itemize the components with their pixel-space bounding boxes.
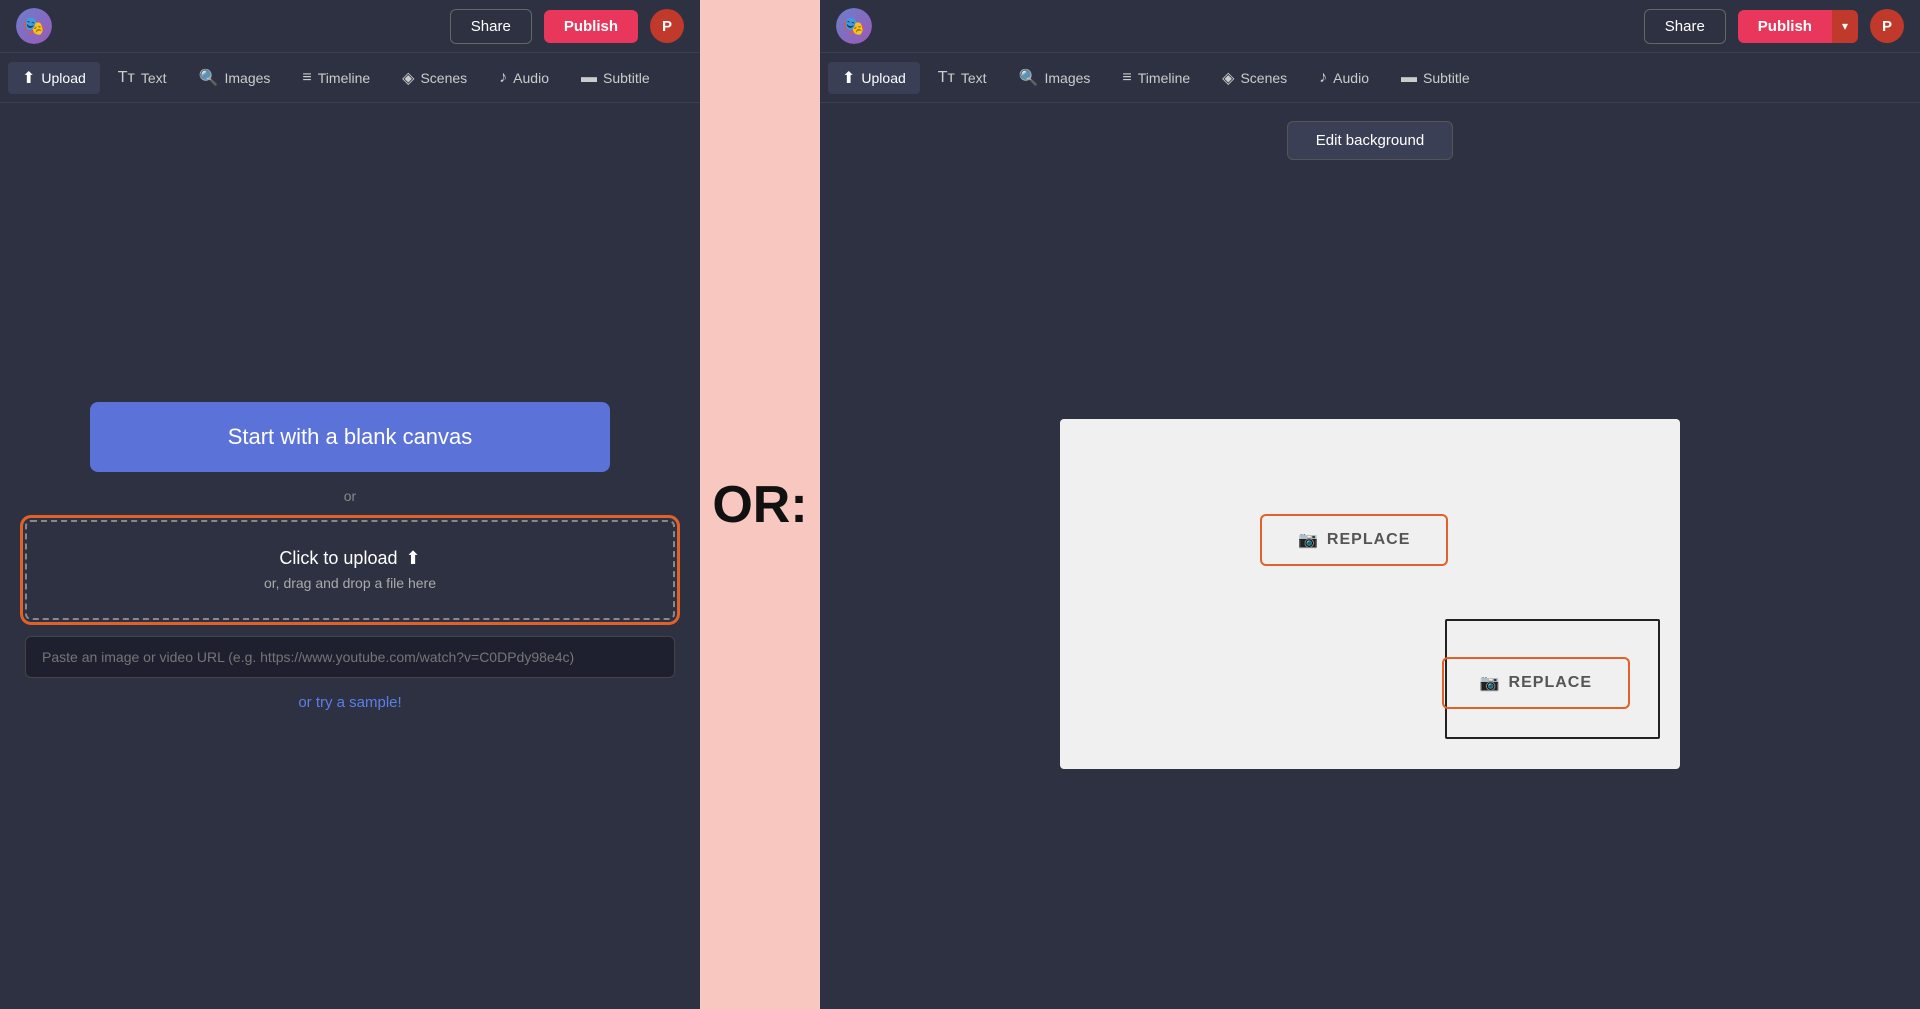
right-toolbar-images-label: Images [1045,70,1091,86]
left-share-button[interactable]: Share [450,9,532,44]
left-toolbar-timeline[interactable]: ≡ Timeline [288,63,384,93]
replace-button-1[interactable]: 📷 REPLACE [1260,514,1448,566]
right-toolbar-subtitle[interactable]: ▬ Subtitle [1387,63,1484,93]
left-main-content: Start with a blank canvas or Click to up… [0,103,700,1009]
left-logo-img: 🎭 [16,8,52,44]
right-audio-icon: ♪ [1319,69,1327,87]
left-toolbar-text-label: Text [141,70,167,86]
or-label: OR: [712,475,807,535]
right-toolbar-subtitle-label: Subtitle [1423,70,1470,86]
or-separator: OR: [700,0,820,1009]
replace-label-2: REPLACE [1509,674,1592,692]
right-share-button[interactable]: Share [1644,9,1726,44]
left-toolbar-upload-label: Upload [41,70,85,86]
right-toolbar-timeline-label: Timeline [1138,70,1190,86]
right-header: 🎭 Share Publish ▾ P [820,0,1920,53]
replace-button-2[interactable]: 📷 REPLACE [1442,657,1630,709]
right-timeline-icon: ≡ [1122,69,1131,87]
chevron-down-icon: ▾ [1842,19,1848,33]
text-icon: Tᴛ [118,69,135,87]
drag-drop-text: or, drag and drop a file here [264,575,436,591]
right-toolbar-timeline[interactable]: ≡ Timeline [1108,63,1204,93]
scenes-icon: ◈ [402,68,414,88]
right-toolbar-scenes[interactable]: ◈ Scenes [1208,62,1301,94]
left-toolbar-scenes[interactable]: ◈ Scenes [388,62,481,94]
left-toolbar-subtitle-label: Subtitle [603,70,650,86]
camera-icon-2: 📷 [1480,673,1501,693]
right-publish-button[interactable]: Publish [1738,10,1832,43]
right-panel: 🎭 Share Publish ▾ P ⬆ Upload Tᴛ Text 🔍 I… [820,0,1920,1009]
right-toolbar-text-label: Text [961,70,987,86]
left-toolbar-subtitle[interactable]: ▬ Subtitle [567,63,664,93]
images-icon: 🔍 [199,68,219,88]
right-upload-icon: ⬆ [842,68,855,88]
left-toolbar-images[interactable]: 🔍 Images [185,62,285,94]
left-toolbar: ⬆ Upload Tᴛ Text 🔍 Images ≡ Timeline ◈ S… [0,53,700,103]
edit-background-button[interactable]: Edit background [1287,121,1453,160]
subtitle-icon: ▬ [581,69,597,87]
right-subtitle-icon: ▬ [1401,69,1417,87]
upload-icon: ⬆ [22,68,35,88]
right-images-icon: 🔍 [1019,68,1039,88]
click-upload-label: Click to upload [279,548,397,569]
click-upload-text: Click to upload ⬆ [279,548,420,569]
right-avatar-button[interactable]: P [1870,9,1904,43]
left-toolbar-audio[interactable]: ♪ Audio [485,63,563,93]
replace-label-1: REPLACE [1327,531,1410,549]
left-toolbar-images-label: Images [225,70,271,86]
canvas-area: 📷 REPLACE 📷 REPLACE [820,178,1920,1009]
edit-bg-container: Edit background [820,103,1920,178]
try-sample-link[interactable]: or try a sample! [298,694,401,711]
camera-icon-1: 📷 [1298,530,1319,550]
left-toolbar-scenes-label: Scenes [420,70,467,86]
right-publish-arrow[interactable]: ▾ [1832,10,1858,43]
right-toolbar-scenes-label: Scenes [1240,70,1287,86]
url-input[interactable] [25,636,675,678]
right-toolbar-upload[interactable]: ⬆ Upload [828,62,920,94]
right-toolbar-images[interactable]: 🔍 Images [1005,62,1105,94]
right-logo-img: 🎭 [836,8,872,44]
right-toolbar: ⬆ Upload Tᴛ Text 🔍 Images ≡ Timeline ◈ S… [820,53,1920,103]
right-scenes-icon: ◈ [1222,68,1234,88]
right-logo: 🎭 [836,8,872,44]
left-toolbar-timeline-label: Timeline [318,70,370,86]
canvas-preview: 📷 REPLACE 📷 REPLACE [1060,419,1680,769]
or-text: or [344,488,356,504]
blank-canvas-button[interactable]: Start with a blank canvas [90,402,610,472]
left-logo: 🎭 [16,8,52,44]
publish-dropdown: Publish ▾ [1738,10,1858,43]
right-text-icon: Tᴛ [938,69,955,87]
upload-zone-wrapper: Click to upload ⬆ or, drag and drop a fi… [25,520,675,620]
right-toolbar-audio[interactable]: ♪ Audio [1305,63,1383,93]
right-toolbar-audio-label: Audio [1333,70,1369,86]
left-toolbar-upload[interactable]: ⬆ Upload [8,62,100,94]
left-toolbar-audio-label: Audio [513,70,549,86]
left-header: 🎭 Share Publish P [0,0,700,53]
upload-arrow-icon: ⬆ [405,548,420,569]
right-toolbar-upload-label: Upload [861,70,905,86]
timeline-icon: ≡ [302,69,311,87]
audio-icon: ♪ [499,69,507,87]
left-avatar-button[interactable]: P [650,9,684,43]
left-publish-button[interactable]: Publish [544,10,638,43]
right-toolbar-text[interactable]: Tᴛ Text [924,63,1001,93]
left-toolbar-text[interactable]: Tᴛ Text [104,63,181,93]
upload-zone[interactable]: Click to upload ⬆ or, drag and drop a fi… [25,520,675,620]
left-panel: 🎭 Share Publish P ⬆ Upload Tᴛ Text 🔍 Ima… [0,0,700,1009]
